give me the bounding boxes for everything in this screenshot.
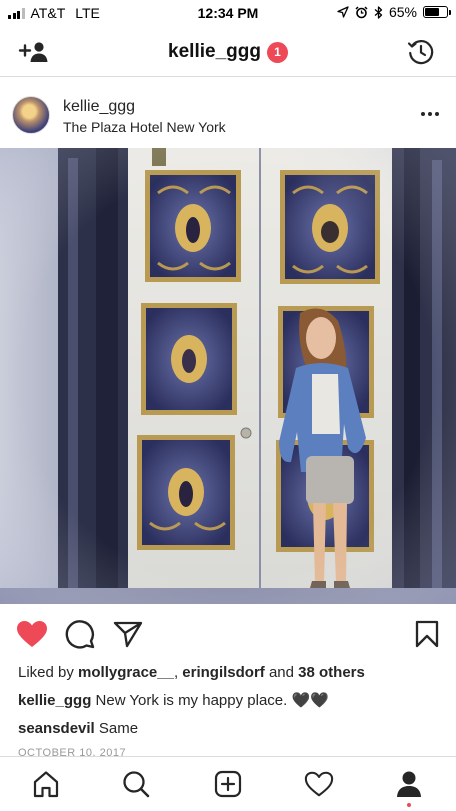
tab-bar xyxy=(0,756,456,811)
likes-connector: and xyxy=(264,664,299,681)
post-username[interactable]: kellie_ggg xyxy=(63,98,135,116)
comment-username[interactable]: seansdevil xyxy=(18,720,95,737)
send-icon[interactable] xyxy=(112,618,144,650)
comment-icon[interactable] xyxy=(64,618,96,650)
status-bar-right: 65% xyxy=(337,4,451,20)
bookmark-icon[interactable] xyxy=(411,618,443,650)
activity-heart-icon[interactable] xyxy=(304,769,334,799)
post-caption: kellie_ggg New York is my happy place. 🖤… xyxy=(18,691,329,709)
history-icon[interactable] xyxy=(406,39,436,65)
heart-filled-icon[interactable] xyxy=(16,618,48,650)
bluetooth-icon xyxy=(374,5,383,19)
profile-icon[interactable] xyxy=(394,769,424,799)
status-bar: AT&T LTE 12:34 PM 65% xyxy=(0,0,456,26)
post-header: kellie_ggg The Plaza Hotel New York xyxy=(0,90,456,144)
search-icon[interactable] xyxy=(121,769,151,799)
header-username[interactable]: kellie_ggg xyxy=(168,41,261,63)
add-post-icon[interactable] xyxy=(213,769,243,799)
home-icon[interactable] xyxy=(31,769,61,799)
likes-prefix: Liked by xyxy=(18,664,79,681)
post-photo[interactable] xyxy=(0,148,456,604)
location-arrow-icon xyxy=(337,6,349,18)
likes-summary: Liked by mollygrace__, eringilsdorf and … xyxy=(18,664,365,681)
comment-text: Same xyxy=(94,720,139,737)
comment: seansdevil Same xyxy=(18,720,138,737)
more-options-icon[interactable] xyxy=(418,104,442,124)
alarm-icon xyxy=(355,5,368,18)
liker-username[interactable]: mollygrace__ xyxy=(78,664,174,681)
post-location[interactable]: The Plaza Hotel New York xyxy=(63,119,226,135)
battery-percent: 65% xyxy=(388,4,417,20)
battery-icon xyxy=(423,6,451,18)
caption-text: New York is my happy place. 🖤🖤 xyxy=(91,692,329,709)
profile-notification-dot xyxy=(407,803,411,807)
post-actions xyxy=(0,614,456,654)
avatar[interactable] xyxy=(12,96,50,134)
notification-badge: 1 xyxy=(266,41,288,63)
profile-header: kellie_ggg 1 xyxy=(0,27,456,77)
caption-username[interactable]: kellie_ggg xyxy=(18,692,91,709)
likes-others-link[interactable]: 38 others xyxy=(298,664,365,681)
liker-username[interactable]: eringilsdorf xyxy=(182,664,265,681)
